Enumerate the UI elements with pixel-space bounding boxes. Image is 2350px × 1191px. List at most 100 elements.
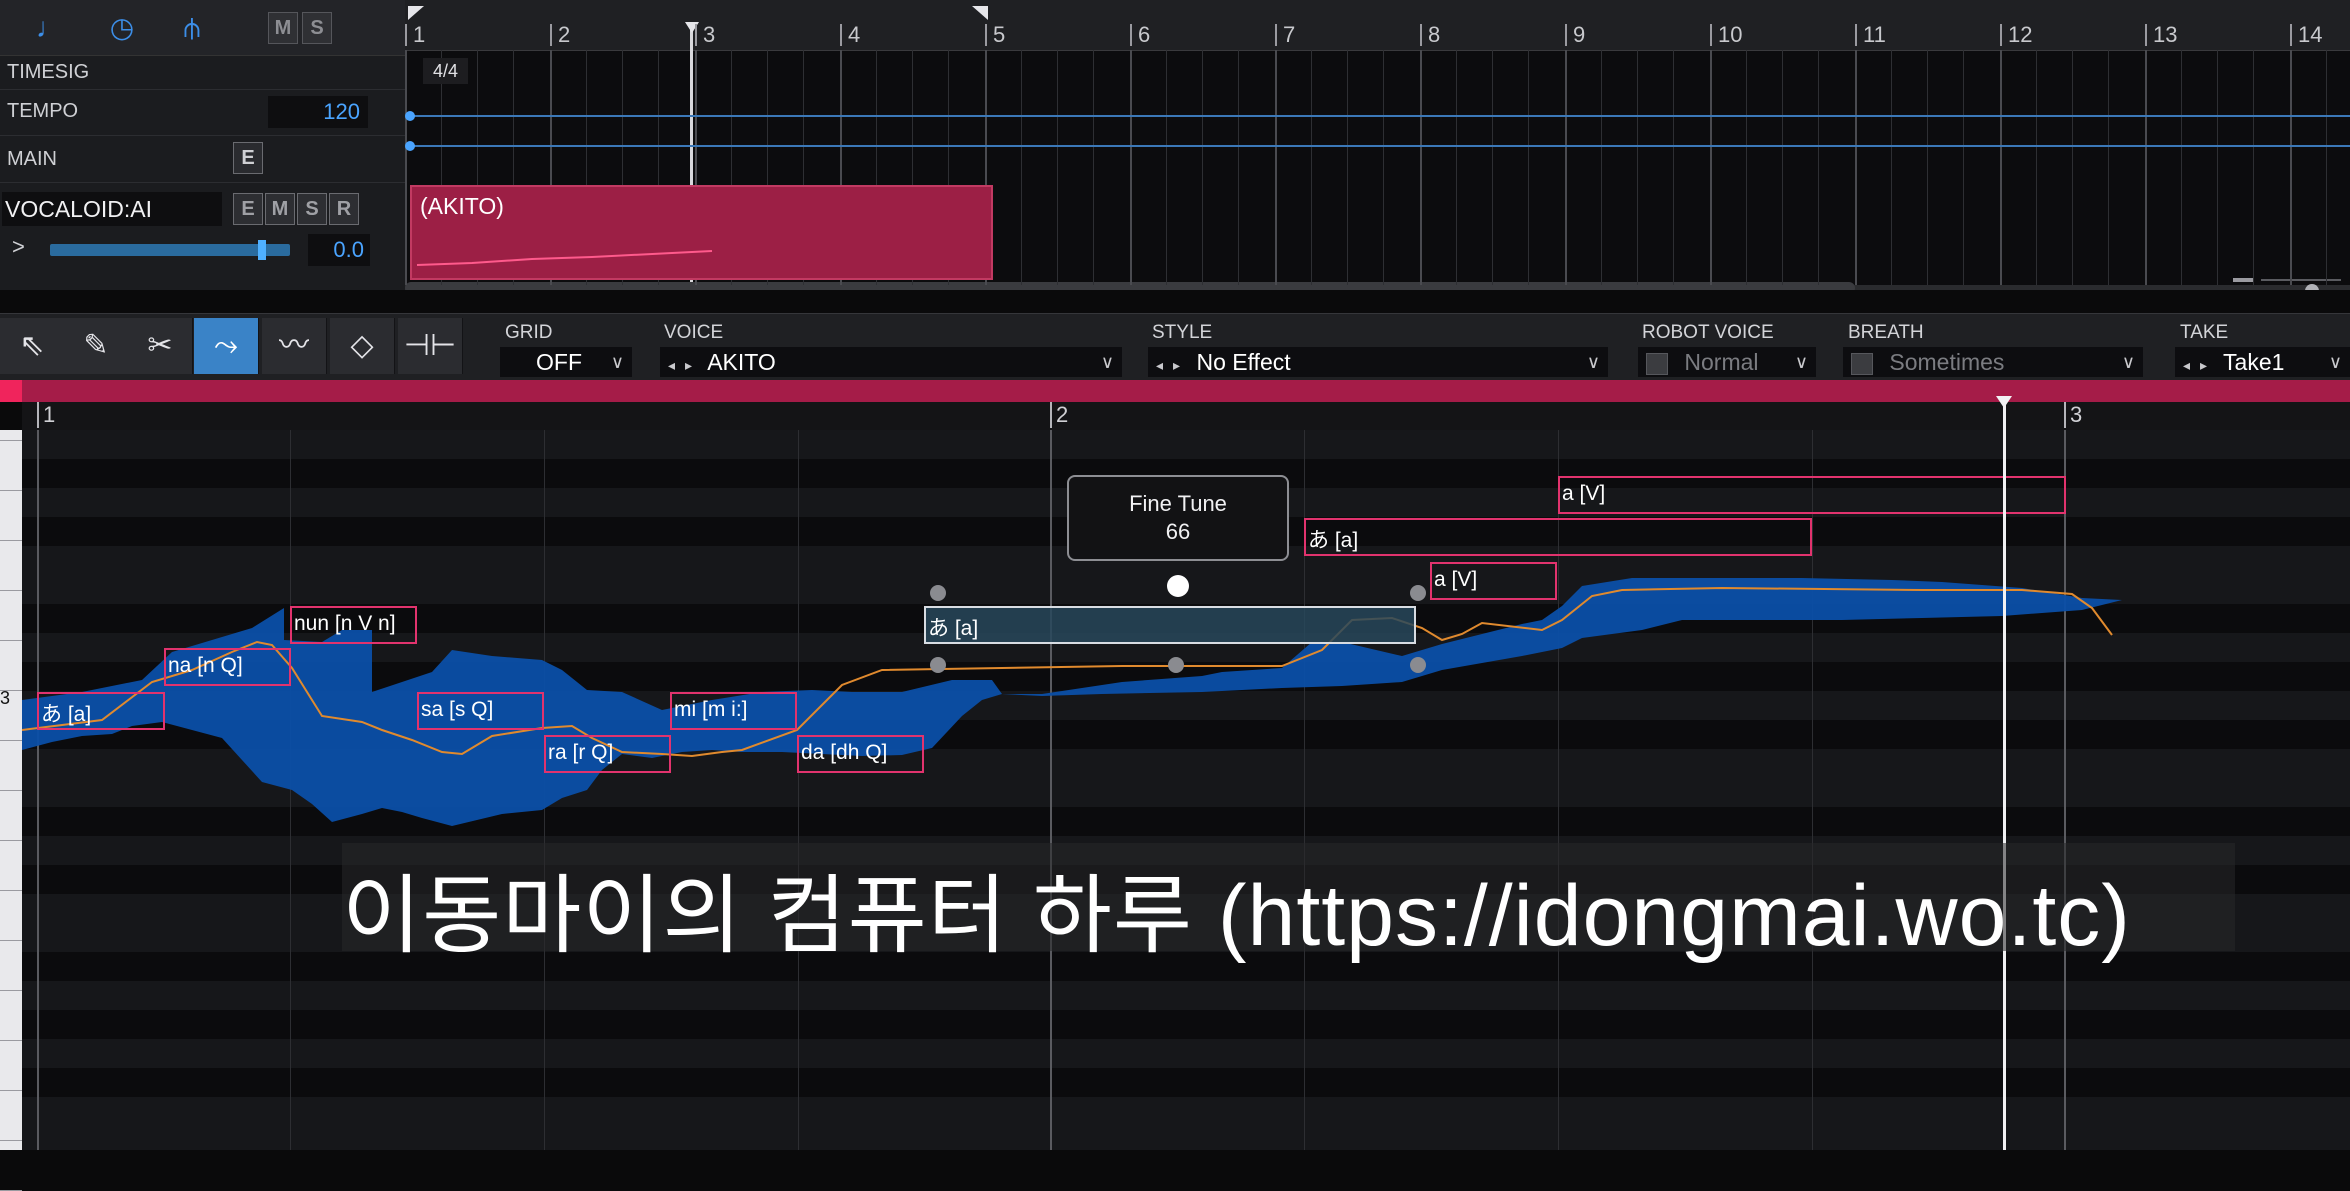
vocal-track-name[interactable]: VOCALOID:AI: [2, 192, 222, 226]
main-curve-line: [408, 145, 2350, 147]
vibrato-tool-icon[interactable]: 〰: [262, 318, 327, 374]
time-signature-marker[interactable]: 4/4: [423, 58, 468, 84]
note[interactable]: あ [a]: [1304, 518, 1812, 556]
note[interactable]: あ [a]: [37, 692, 165, 730]
volume-slider-handle[interactable]: [258, 240, 266, 260]
note[interactable]: ra [r Q]: [544, 735, 671, 773]
fine-tune-title: Fine Tune: [1129, 491, 1227, 516]
arrow-tool-icon[interactable]: ⇖: [0, 318, 65, 374]
breath-label: BREATH: [1848, 322, 1924, 343]
timeline-beat-line: [1311, 50, 1312, 285]
clock-icon[interactable]: ◷: [102, 10, 142, 46]
roll-playhead-line[interactable]: [2003, 400, 2006, 1150]
voice-prev-icon[interactable]: ◂: [668, 357, 675, 373]
robot-voice-value: Normal: [1684, 349, 1759, 375]
note-handle-bottom-center[interactable]: [1168, 657, 1184, 673]
main-label: MAIN: [7, 148, 57, 170]
robot-voice-select[interactable]: Normal ∨: [1638, 347, 1816, 377]
loop-start-marker-icon[interactable]: [408, 6, 424, 20]
vocal-solo-button[interactable]: S: [297, 193, 327, 225]
timesig-track[interactable]: TIMESIG: [0, 56, 405, 90]
piano-key[interactable]: [0, 990, 22, 991]
selected-note[interactable]: あ [a]: [924, 606, 1416, 644]
piano-keyboard[interactable]: 3: [0, 430, 22, 1191]
piano-key[interactable]: [0, 840, 22, 841]
pitch-tool-icon[interactable]: ⤳: [194, 318, 259, 374]
timeline-beat-line: [2217, 50, 2218, 285]
arrangement-timeline[interactable]: 1 2 3 4 5 6 7 8 9 10 11 12 13 14 4/4 (AKITO): [405, 0, 2350, 290]
note-lyric: da [dh Q]: [801, 741, 888, 764]
roll-bar-1: 1: [37, 402, 55, 428]
note[interactable]: na [n Q]: [164, 648, 291, 686]
note[interactable]: sa [s Q]: [417, 692, 544, 730]
note-handle-top-left[interactable]: [930, 585, 946, 601]
grid-select[interactable]: OFF ∨: [500, 347, 632, 377]
piano-key[interactable]: [0, 490, 22, 491]
note-handle-bottom-right[interactable]: [1410, 657, 1426, 673]
chevron-down-icon: ∨: [610, 352, 624, 372]
take-next-icon[interactable]: ▸: [2200, 357, 2207, 373]
zoom-out-icon[interactable]: [2233, 278, 2253, 282]
main-point[interactable]: [405, 141, 415, 151]
dynamics-tool-icon[interactable]: ◇: [330, 318, 395, 374]
piano-key[interactable]: [0, 440, 22, 441]
scissors-tool-icon[interactable]: ✂: [128, 318, 193, 374]
volume-value-field[interactable]: 0.0: [308, 234, 370, 266]
roll-playhead-marker-icon[interactable]: [1996, 396, 2012, 408]
piano-key[interactable]: [0, 1140, 22, 1141]
piano-key[interactable]: [0, 1090, 22, 1091]
timeline-beat-line: [1383, 50, 1384, 285]
timeline-bar-8: 8: [1420, 24, 1440, 46]
style-select[interactable]: ◂ ▸ No Effect ∨: [1148, 347, 1608, 377]
style-next-icon[interactable]: ▸: [1173, 357, 1180, 373]
pencil-tool-icon[interactable]: ✎: [64, 318, 129, 374]
main-edit-button[interactable]: E: [233, 142, 263, 174]
tempo-point[interactable]: [405, 111, 415, 121]
note-handle-bottom-left[interactable]: [930, 657, 946, 673]
vocal-mute-button[interactable]: M: [265, 193, 295, 225]
volume-slider[interactable]: [50, 244, 290, 256]
note[interactable]: a [V]: [1430, 562, 1557, 600]
breath-select[interactable]: Sometimes ∨: [1843, 347, 2143, 377]
piano-key[interactable]: [0, 640, 22, 641]
note[interactable]: a [V]: [1558, 476, 2066, 514]
piano-key[interactable]: [0, 890, 22, 891]
expand-chevron-icon[interactable]: >: [12, 234, 25, 260]
timeline-bar-line: [1710, 50, 1712, 285]
voice-next-icon[interactable]: ▸: [685, 357, 692, 373]
zoom-slider[interactable]: [2261, 279, 2341, 281]
note[interactable]: nun [n V n]: [290, 606, 417, 644]
range-tool-icon[interactable]: ⊣⊢: [398, 318, 463, 374]
note-handle-top-right[interactable]: [1410, 585, 1426, 601]
tuning-fork-icon[interactable]: ⫛: [172, 10, 212, 46]
loop-end-marker-icon[interactable]: [972, 6, 988, 20]
master-solo-button[interactable]: S: [302, 12, 332, 44]
piano-key[interactable]: [0, 540, 22, 541]
note[interactable]: da [dh Q]: [797, 735, 924, 773]
style-value: No Effect: [1196, 349, 1291, 375]
vocal-record-button[interactable]: R: [329, 193, 359, 225]
note-icon[interactable]: ♩: [30, 10, 70, 46]
vocal-edit-button[interactable]: E: [233, 193, 263, 225]
piano-key[interactable]: [0, 740, 22, 741]
timeline-bar-2: 2: [550, 24, 570, 46]
piano-key[interactable]: [0, 940, 22, 941]
style-prev-icon[interactable]: ◂: [1156, 357, 1163, 373]
take-prev-icon[interactable]: ◂: [2183, 357, 2190, 373]
piano-key[interactable]: [0, 790, 22, 791]
vocal-part-clip[interactable]: (AKITO): [410, 185, 993, 280]
tempo-value-field[interactable]: 120: [268, 96, 368, 128]
timeline-bar-13: 13: [2145, 24, 2177, 46]
breath-checkbox[interactable]: [1851, 352, 1873, 375]
note-lyric: na [n Q]: [168, 654, 243, 677]
piano-key[interactable]: [0, 1040, 22, 1041]
take-select[interactable]: ◂ ▸ Take1 ∨: [2175, 347, 2350, 377]
note[interactable]: mi [m i:]: [670, 692, 797, 730]
main-track[interactable]: MAIN: [0, 136, 405, 183]
robot-voice-checkbox[interactable]: [1646, 352, 1668, 375]
master-mute-button[interactable]: M: [268, 12, 298, 44]
note-lyric: あ [a]: [41, 703, 92, 726]
fine-tune-knob[interactable]: [1167, 575, 1189, 597]
piano-key[interactable]: [0, 590, 22, 591]
voice-select[interactable]: ◂ ▸ AKITO ∨: [660, 347, 1122, 377]
